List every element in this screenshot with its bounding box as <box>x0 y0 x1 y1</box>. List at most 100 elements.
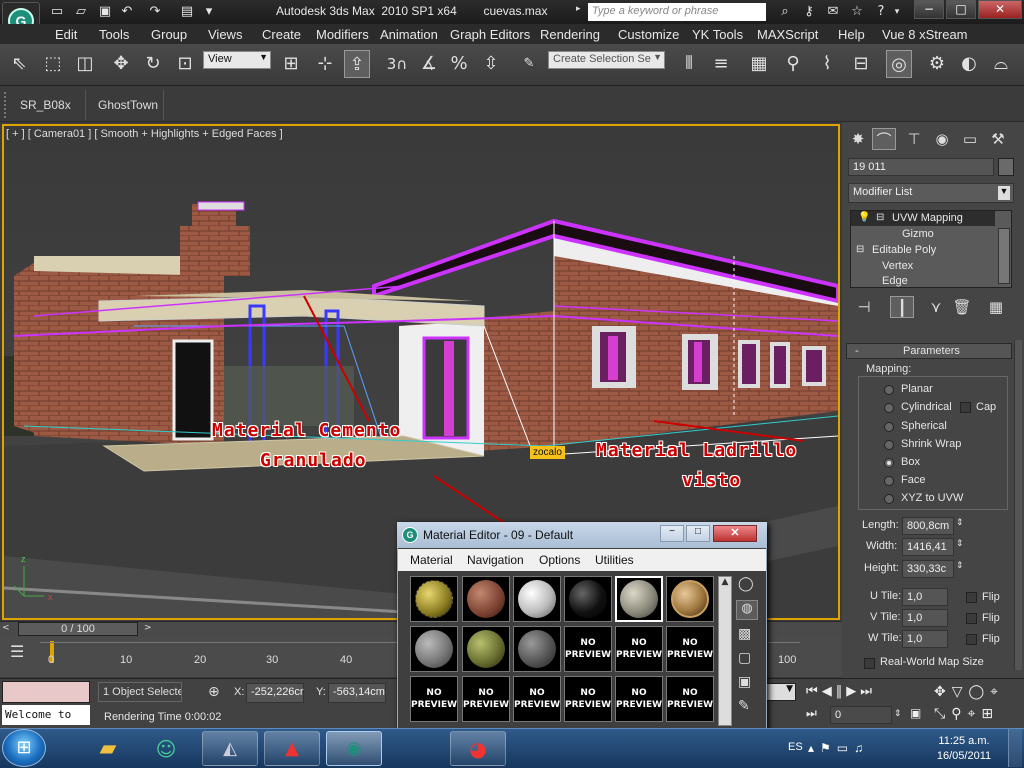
help-dropdown-icon[interactable]: ▾ <box>892 3 902 21</box>
collapse-minus-icon[interactable]: ⊟ <box>856 244 864 255</box>
backlight-icon[interactable]: ◍ <box>736 600 758 620</box>
scroll-up-icon[interactable]: ▲ <box>719 577 731 587</box>
taskbar-app-blank[interactable] <box>388 731 444 766</box>
favorites-star-icon[interactable]: ☆ <box>848 3 866 21</box>
material-slot[interactable] <box>462 576 510 622</box>
material-editor-icon[interactable]: ◎ <box>886 50 912 78</box>
clock-time[interactable]: 11:25 a.m. <box>934 735 994 747</box>
radio-spherical[interactable] <box>884 422 894 432</box>
select-object-icon[interactable]: ⇖ <box>6 50 32 78</box>
show-end-result-icon[interactable]: ┃ <box>890 296 914 318</box>
menu-views[interactable]: Views <box>208 27 242 42</box>
binoculars-icon[interactable]: ⌕ <box>776 3 794 21</box>
stack-item-edge[interactable]: Edge <box>882 275 908 287</box>
time-slider-left-arrow-icon[interactable]: < <box>2 623 16 635</box>
tray-icons[interactable]: ▴⚑▭♫ <box>808 741 869 755</box>
spinner-arrows-icon[interactable]: ⇕ <box>956 517 964 528</box>
material-slot[interactable] <box>462 626 510 672</box>
material-slot-no-preview[interactable]: NO PREVIEW <box>462 676 510 722</box>
viewport-nav-bottom[interactable]: ⤡⚲⌖⊞ <box>934 706 999 722</box>
object-color-swatch[interactable] <box>998 158 1014 176</box>
material-slot[interactable] <box>410 626 458 672</box>
edit-named-selection-icon[interactable]: ✎ <box>516 50 542 78</box>
object-name-field[interactable]: 19 011 <box>848 158 994 176</box>
open-file-icon[interactable]: ▱ <box>72 3 90 21</box>
align-icon[interactable]: ≡ <box>708 50 734 78</box>
stack-scrollbar[interactable] <box>998 228 1010 284</box>
stack-item-vertex[interactable]: Vertex <box>882 260 913 272</box>
schematic-view-icon[interactable]: ⊟ <box>848 50 874 78</box>
taskbar-3dsmax[interactable]: ◉ <box>326 731 382 766</box>
radio-face[interactable] <box>884 476 894 486</box>
wflip-checkbox[interactable] <box>966 634 977 645</box>
parameters-rollout-header[interactable]: - Parameters <box>846 343 1012 359</box>
toolbar-tab-ghosttown[interactable]: GhostTown <box>90 90 164 120</box>
pivot-center-icon[interactable]: ⊞ <box>278 50 304 78</box>
material-slot-no-preview[interactable]: NO PREVIEW <box>615 676 663 722</box>
mini-curve-editor-icon[interactable]: ☰ <box>10 642 34 664</box>
time-config-icon[interactable]: ▣ <box>910 706 921 720</box>
material-editor-minimize-button[interactable]: − <box>660 525 684 542</box>
mated-menu-options[interactable]: Options <box>539 553 580 567</box>
create-tab-icon[interactable]: ✸ <box>846 128 870 150</box>
sample-type-icon[interactable]: ◯ <box>738 576 754 592</box>
remove-modifier-icon[interactable]: 🗑 <box>950 296 974 318</box>
hierarchy-tab-icon[interactable]: ⊤ <box>902 128 926 150</box>
rotate-icon[interactable]: ↻ <box>140 50 166 78</box>
redo-icon[interactable]: ↷ <box>146 3 164 21</box>
move-icon[interactable]: ✥ <box>108 50 134 78</box>
viewport-nav-top[interactable]: ✥▽◯⌖ <box>934 684 1004 700</box>
key-icon[interactable]: ⚷ <box>800 3 818 21</box>
motion-tab-icon[interactable]: ◉ <box>930 128 954 150</box>
current-frame-field[interactable]: 0 <box>830 706 892 724</box>
menu-maxscript[interactable]: MAXScript <box>757 27 818 42</box>
spinner-arrows-icon[interactable]: ⇕ <box>956 560 964 571</box>
material-slot-selected[interactable] <box>615 576 663 622</box>
material-slot[interactable] <box>564 576 612 622</box>
utile-spinner[interactable]: 1,0 <box>902 588 948 606</box>
maxscript-mini-listener[interactable]: Welcome to <box>2 705 90 725</box>
x-coord-field[interactable]: -252,226cr <box>246 683 304 703</box>
material-slot[interactable] <box>666 576 714 622</box>
minimize-button[interactable]: − <box>914 0 944 19</box>
material-editor-maximize-button[interactable]: □ <box>686 525 710 542</box>
make-unique-icon[interactable]: ⋎ <box>924 296 948 318</box>
material-slot[interactable] <box>513 626 561 672</box>
uflip-checkbox[interactable] <box>966 592 977 603</box>
material-slot-no-preview[interactable]: NO PREVIEW <box>410 676 458 722</box>
material-editor-close-button[interactable]: ✕ <box>713 525 757 542</box>
material-slot-no-preview[interactable]: NO PREVIEW <box>564 676 612 722</box>
viewport-label[interactable]: [ + ] [ Camera01 ] [ Smooth + Highlights… <box>6 128 283 140</box>
menu-rendering[interactable]: Rendering <box>540 27 600 42</box>
start-button[interactable]: ⊞ <box>2 729 46 767</box>
material-slot-no-preview[interactable]: NO PREVIEW <box>615 626 663 672</box>
angle-snap-icon[interactable]: ∡ <box>416 50 442 78</box>
width-spinner[interactable]: 1416,41 <box>902 538 954 556</box>
playback-controls[interactable]: ⏮◀‖▶⏭ <box>806 684 876 699</box>
select-manipulate-icon[interactable]: ⊹ <box>312 50 338 78</box>
video-color-check-icon[interactable]: ▣ <box>738 674 751 690</box>
graphite-modeling-icon[interactable]: ⚲ <box>780 50 806 78</box>
toolbar-grip[interactable] <box>4 92 10 118</box>
layer-manager-icon[interactable]: ▦ <box>746 50 772 78</box>
radio-cylindrical[interactable] <box>884 403 894 413</box>
undo-icon[interactable]: ↶ <box>118 3 136 21</box>
spinner-snap-icon[interactable]: ⇳ <box>478 50 504 78</box>
radio-shrink-wrap[interactable] <box>884 440 894 450</box>
select-region-icon[interactable]: ⬚ <box>40 50 66 78</box>
cap-checkbox[interactable] <box>960 402 971 413</box>
taskbar-messenger[interactable]: ☺ <box>138 731 194 766</box>
mated-menu-utilities[interactable]: Utilities <box>595 553 634 567</box>
spinner-arrows-icon[interactable]: ⇕ <box>956 538 964 549</box>
command-panel-scrollbar[interactable] <box>1014 340 1022 670</box>
keyboard-shortcut-override-icon[interactable]: ⇪ <box>344 50 370 78</box>
help-search-input[interactable]: Type a keyword or phrase <box>588 3 766 21</box>
material-editor-titlebar[interactable]: G Material Editor - 09 - Default − □ ✕ <box>397 522 767 548</box>
y-coord-field[interactable]: -563,14cm <box>328 683 386 703</box>
percent-snap-icon[interactable]: % <box>446 50 472 78</box>
menu-animation[interactable]: Animation <box>380 27 438 42</box>
lock-selection-icon[interactable]: ⊕ <box>208 684 220 700</box>
material-slot[interactable] <box>410 576 458 622</box>
menu-customize[interactable]: Customize <box>618 27 679 42</box>
subscription-icon[interactable]: ✉ <box>824 3 842 21</box>
